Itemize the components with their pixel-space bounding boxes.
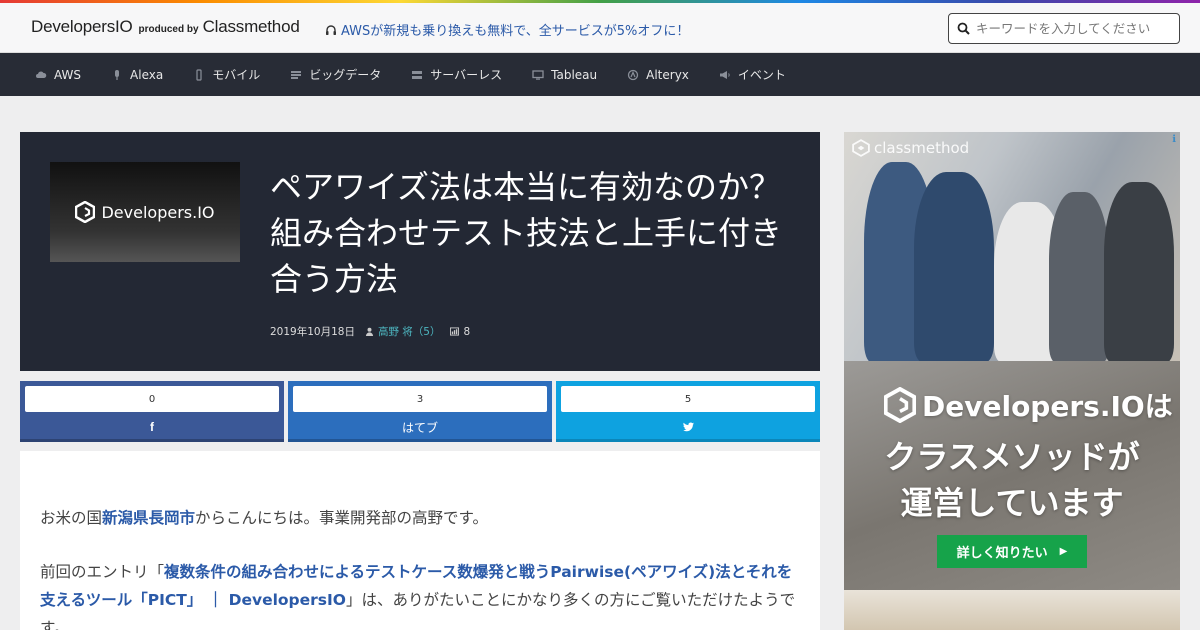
facebook-icon: f [150, 420, 154, 434]
logo-by: produced by [138, 24, 199, 35]
logo-company: Classmethod [202, 17, 300, 36]
article-date: 2019年10月18日 [270, 326, 355, 338]
search-box[interactable] [948, 13, 1180, 44]
developersio-logo-icon [75, 201, 96, 223]
article-body: お米の国新潟県長岡市からこんにちは。事業開発部の高野です。 前回のエントリ「複数… [20, 451, 820, 630]
hatena-share-count: 3 [293, 386, 547, 412]
twitter-icon [556, 418, 820, 436]
facebook-share-button[interactable]: 0 f [20, 381, 284, 442]
share-buttons: 0 f 3 はてブ 5 [20, 381, 820, 442]
article-hero: Developers.IO ペアワイズ法は本当に有効なのか？組み合わせテスト技法… [20, 132, 820, 371]
nav-label: サーバーレス [430, 68, 503, 82]
nav-label: AWS [54, 67, 82, 82]
twitter-share-button[interactable]: 5 [556, 381, 820, 442]
article-paragraph: 前回のエントリ「複数条件の組み合わせによるテストケース数爆発と戦うPairwis… [40, 563, 796, 630]
microphone-icon [111, 69, 123, 81]
promo-link[interactable]: AWSが新規も乗り換えも無料で、全サービスが5%オフに！ [325, 20, 689, 39]
nav-item-serverless[interactable]: サーバーレス [411, 66, 502, 83]
twitter-share-count: 5 [561, 386, 815, 412]
ad-headline-1: クラスメソッドが [884, 438, 1140, 476]
nav-item-bigdata[interactable]: ビッグデータ [290, 66, 381, 83]
alteryx-icon [627, 69, 639, 81]
user-icon [365, 327, 374, 336]
article-thumbnail: Developers.IO [50, 162, 240, 262]
nav-label: イベント [737, 68, 786, 82]
cloud-icon [35, 69, 47, 81]
nav-label: Tableau [551, 67, 598, 82]
nav-item-aws[interactable]: AWS [35, 68, 81, 82]
headphones-icon [326, 24, 336, 35]
views-icon [450, 327, 460, 336]
search-icon [957, 22, 970, 35]
article-paragraph: お米の国新潟県長岡市からこんにちは。事業開発部の高野です。 [40, 509, 488, 527]
megaphone-icon [719, 69, 731, 81]
article-meta: 2019年10月18日 高野 将（5） 8 [270, 324, 470, 339]
developersio-logo-icon [884, 387, 916, 423]
promo-text: AWSが新規も乗り換えも無料で、全サービスが5%オフに！ [341, 24, 690, 39]
author-link[interactable]: 高野 将（5） [378, 324, 441, 339]
classmethod-logo-icon [852, 139, 870, 157]
thumbnail-label: Developers.IO [101, 202, 215, 222]
hatena-share-button[interactable]: 3 はてブ [288, 381, 552, 442]
nav-item-alexa[interactable]: Alexa [111, 68, 163, 82]
nav-label: ビッグデータ [309, 68, 382, 82]
server-icon [411, 69, 423, 81]
ad-brand: Developers.IOは [884, 385, 1173, 425]
nav-label: Alteryx [646, 67, 689, 82]
nav-item-alteryx[interactable]: Alteryx [627, 68, 689, 82]
nav-label: モバイル [212, 68, 261, 82]
classmethod-logo: classmethod [852, 139, 969, 157]
mobile-icon [193, 68, 205, 81]
search-input[interactable] [976, 21, 1166, 36]
nav-label: Alexa [130, 67, 164, 82]
nav-item-event[interactable]: イベント [719, 66, 786, 83]
category-nav: AWS Alexa モバイル ビッグデータ サーバーレス Tableau Alt… [0, 53, 1200, 96]
sidebar-ad[interactable]: ℹ classmethod Developers.IOは クラスメソッドが 運営… [844, 132, 1180, 630]
article-title: ペアワイズ法は本当に有効なのか？組み合わせテスト技法と上手に付き合う方法 [270, 168, 783, 298]
ad-team-photo [844, 132, 1180, 362]
nav-item-tableau[interactable]: Tableau [532, 68, 597, 82]
view-count: 8 [463, 325, 471, 338]
hatena-label: はてブ [401, 420, 438, 435]
top-header: DevelopersIO produced by Classmethod AWSが新… [0, 3, 1200, 53]
nav-item-mobile[interactable]: モバイル [193, 66, 260, 83]
ad-headline-2: 運営しています [900, 484, 1124, 522]
monitor-icon [532, 69, 544, 81]
logo-main: DevelopersIO [31, 17, 133, 36]
facebook-share-count: 0 [25, 386, 279, 412]
ad-learn-more-button[interactable]: 詳しく知りたい ▶ [937, 535, 1087, 568]
play-arrow-icon: ▶ [1059, 546, 1068, 557]
data-icon [290, 69, 302, 81]
ad-photo-strip [844, 590, 1180, 630]
nagaoka-link[interactable]: 新潟県長岡市 [102, 509, 195, 527]
site-logo[interactable]: DevelopersIO produced by Classmethod [31, 17, 300, 37]
ad-info-icon[interactable]: ℹ [1172, 134, 1176, 145]
